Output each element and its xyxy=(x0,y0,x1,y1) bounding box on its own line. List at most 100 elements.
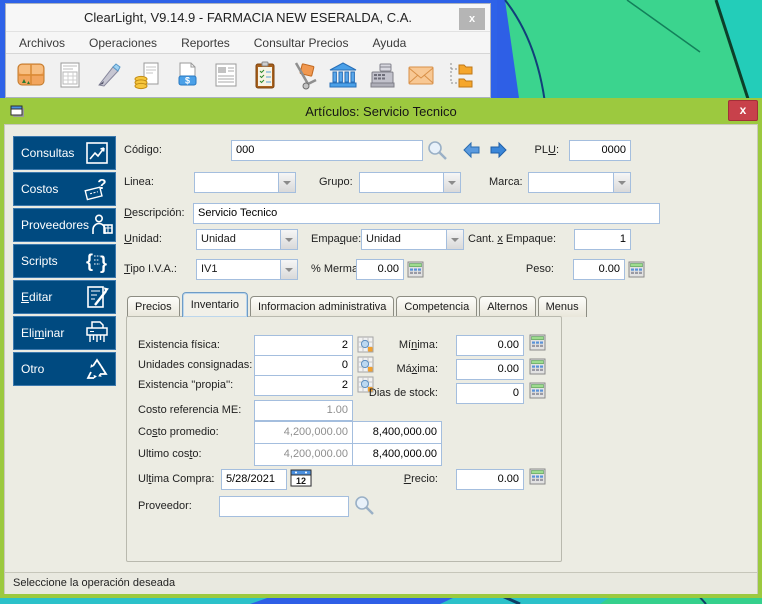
sidebar-label: Proveedores xyxy=(21,218,90,232)
tab-bar: Precios Inventario Informacion administr… xyxy=(127,289,589,317)
existencia-fisica-label: Existencia física: xyxy=(138,339,220,351)
cash-register-icon[interactable] xyxy=(367,60,397,90)
menu-ayuda[interactable]: Ayuda xyxy=(372,36,406,50)
marca-select[interactable] xyxy=(528,172,631,193)
menu-bar: Archivos Operaciones Reportes Consultar … xyxy=(6,31,490,54)
pen-icon[interactable] xyxy=(94,60,124,90)
braces-icon: {} xyxy=(86,251,107,273)
arrow-left-icon[interactable] xyxy=(462,141,482,159)
menu-consultar-precios[interactable]: Consultar Precios xyxy=(254,36,349,50)
existencia-propia-label: Existencia ''propia'': xyxy=(138,379,234,391)
unidad-select[interactable]: Unidad xyxy=(196,229,298,250)
sidebar-button-proveedores[interactable]: Proveedores xyxy=(13,208,116,242)
sidebar-button-otro[interactable]: Otro xyxy=(13,352,116,386)
empaque-select[interactable]: Unidad xyxy=(361,229,464,250)
plu-label: PLU: xyxy=(534,144,559,156)
app-close-button[interactable]: x xyxy=(459,8,485,30)
unidad-label: Unidad: xyxy=(124,233,162,245)
cant-empaque-input[interactable]: 1 xyxy=(574,229,631,250)
tab-inventario[interactable]: Inventario xyxy=(181,292,248,317)
toolbar: $ xyxy=(6,54,490,96)
shredder-icon xyxy=(86,321,108,342)
minima-input[interactable]: 0.00 xyxy=(456,335,524,356)
tipo-iva-select[interactable]: IV1 xyxy=(196,259,298,280)
menu-reportes[interactable]: Reportes xyxy=(181,36,230,50)
minima-label: Mínima: xyxy=(398,339,438,351)
menu-operaciones[interactable]: Operaciones xyxy=(89,36,157,50)
calendar-icon[interactable]: 12 xyxy=(289,466,315,490)
search-icon[interactable] xyxy=(353,494,377,518)
arrow-right-icon[interactable] xyxy=(488,141,508,159)
dias-stock-input[interactable]: 0 xyxy=(456,383,524,404)
sidebar-label: Otro xyxy=(21,362,45,376)
checklist-clipboard-icon[interactable] xyxy=(250,60,280,90)
tab-menus[interactable]: Menus xyxy=(537,296,587,317)
sidebar-label: Consultas xyxy=(21,146,75,160)
linea-label: Linea: xyxy=(124,176,154,188)
sidebar-button-eliminar[interactable]: Eliminar xyxy=(13,316,116,350)
edit-document-icon xyxy=(87,286,109,308)
menu-archivos[interactable]: Archivos xyxy=(19,36,65,50)
ultima-compra-input[interactable]: 5/28/2021 xyxy=(221,469,287,490)
descripcion-input[interactable]: Servicio Tecnico xyxy=(193,203,660,224)
precio-label: Precio: xyxy=(403,473,438,485)
linea-select[interactable] xyxy=(194,172,296,193)
svg-text:?: ? xyxy=(97,176,106,193)
grupo-select[interactable] xyxy=(359,172,461,193)
grupo-label: Grupo: xyxy=(319,176,353,188)
calculator-icon[interactable] xyxy=(529,468,546,485)
ticket-question-icon: ? xyxy=(84,176,107,201)
tipo-iva-value: IV1 xyxy=(201,263,218,275)
proveedor-input[interactable] xyxy=(219,496,349,517)
sidebar-button-scripts[interactable]: Scripts {} xyxy=(13,244,116,278)
person-box-icon xyxy=(92,214,113,234)
dialog-title-text: Artículos: Servicio Tecnico xyxy=(305,103,457,119)
codigo-input[interactable]: 000 xyxy=(231,140,423,161)
sidebar-button-costos[interactable]: Costos ? xyxy=(13,172,116,206)
envelope-icon[interactable] xyxy=(406,60,436,90)
tab-informacion-administrativa[interactable]: Informacion administrativa xyxy=(250,296,395,317)
price-document-icon[interactable]: $ xyxy=(172,60,202,90)
tab-precios[interactable]: Precios xyxy=(127,296,180,317)
sidebar-button-editar[interactable]: Editar xyxy=(13,280,116,314)
folder-tree-icon[interactable] xyxy=(445,60,475,90)
plu-input[interactable]: 0000 xyxy=(569,140,631,161)
search-icon[interactable] xyxy=(426,139,450,163)
unidad-value: Unidad xyxy=(201,233,236,245)
descripcion-label: Descripción: xyxy=(124,207,185,219)
svg-text:12: 12 xyxy=(296,476,306,486)
sidebar-button-consultas[interactable]: Consultas xyxy=(13,136,116,170)
app-window: ClearLight, V9.14.9 - FARMACIA NEW ESERA… xyxy=(0,0,497,98)
newspaper-icon[interactable] xyxy=(211,60,241,90)
peso-input[interactable]: 0.00 xyxy=(573,259,625,280)
chevron-down-icon xyxy=(280,260,297,279)
precio-input[interactable]: 0.00 xyxy=(456,469,524,490)
costo-promedio-me-cell: 4,200,000.00 xyxy=(254,421,353,444)
calculator-icon[interactable] xyxy=(628,261,645,278)
merma-input[interactable]: 0.00 xyxy=(356,259,404,280)
spreadsheet-document-icon[interactable] xyxy=(55,60,85,90)
costo-referencia-input[interactable]: 1.00 xyxy=(254,400,353,421)
calculator-icon[interactable] xyxy=(529,358,546,375)
sidebar-label: Editar xyxy=(21,290,53,304)
picture-icon[interactable] xyxy=(16,60,46,90)
unidades-consignadas-input[interactable]: 0 xyxy=(254,355,353,376)
existencia-propia-input[interactable]: 2 xyxy=(254,375,353,396)
status-bar: Seleccione la operación deseada xyxy=(5,572,757,594)
coins-document-icon[interactable] xyxy=(133,60,163,90)
app-title-text: ClearLight, V9.14.9 - FARMACIA NEW ESERA… xyxy=(83,10,412,25)
tab-competencia[interactable]: Competencia xyxy=(396,296,478,317)
bank-icon[interactable] xyxy=(328,60,358,90)
existencia-fisica-input[interactable]: 2 xyxy=(254,335,353,356)
tab-alternos[interactable]: Alternos xyxy=(479,296,536,317)
window-icon xyxy=(10,105,24,117)
calculator-icon[interactable] xyxy=(407,261,424,278)
ultimo-costo-label: Ultimo costo: xyxy=(138,448,202,460)
marca-value xyxy=(529,173,613,192)
dialog-close-button[interactable]: x xyxy=(728,100,758,121)
maxima-label: Máxima: xyxy=(396,363,438,375)
maxima-input[interactable]: 0.00 xyxy=(456,359,524,380)
calculator-icon[interactable] xyxy=(529,334,546,351)
hand-truck-icon[interactable] xyxy=(289,60,319,90)
calculator-icon[interactable] xyxy=(529,382,546,399)
